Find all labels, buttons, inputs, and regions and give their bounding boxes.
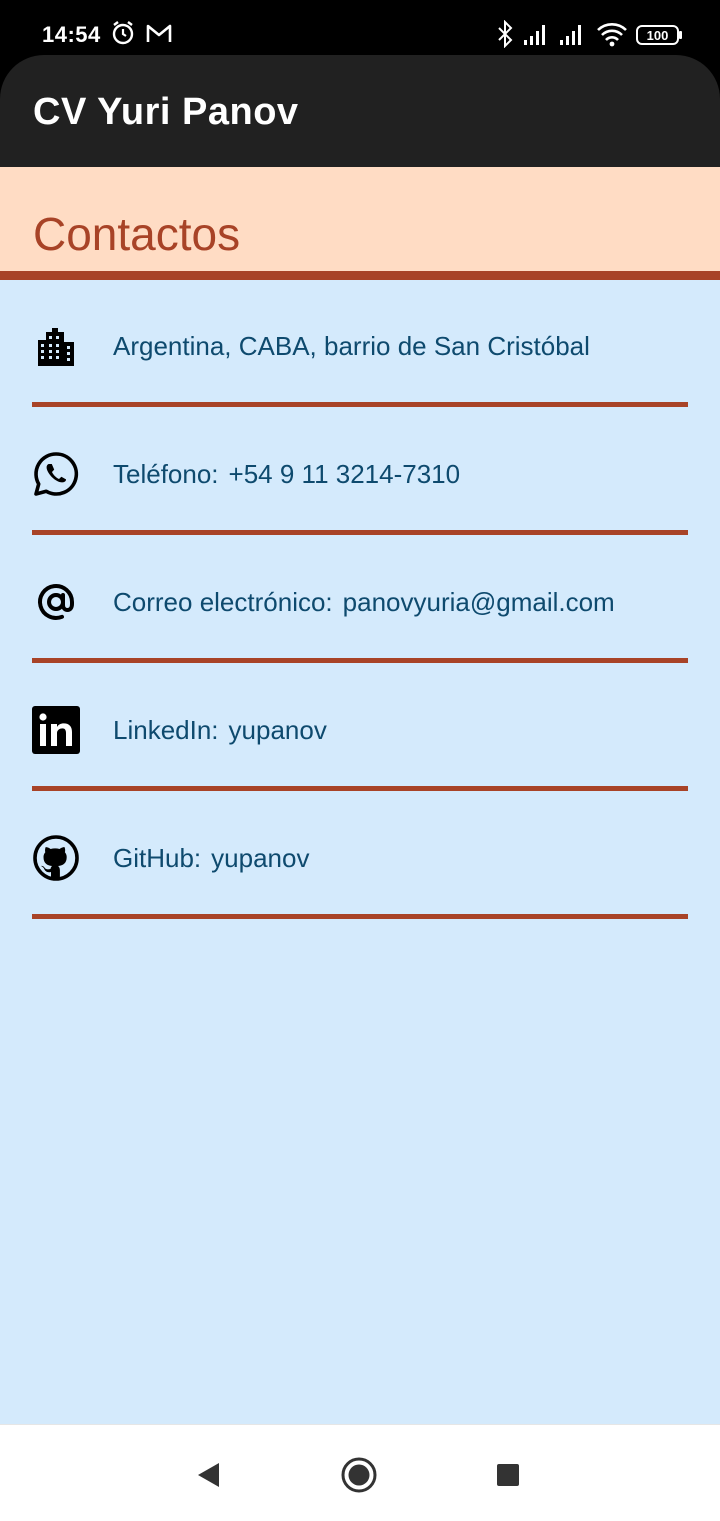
- contact-value: yupanov: [228, 715, 327, 745]
- contact-label: LinkedIn:: [113, 715, 219, 745]
- contact-label: GitHub:: [113, 843, 202, 873]
- contact-value: Argentina, CABA, barrio de San Cristóbal: [113, 331, 590, 361]
- section-header: Contactos: [0, 167, 720, 280]
- section-title: Contactos: [33, 208, 241, 260]
- battery-level: 100: [647, 28, 669, 43]
- recents-icon[interactable]: [488, 1455, 528, 1495]
- divider: [32, 786, 688, 791]
- signal-icon: [558, 20, 586, 53]
- contact-label: Correo electrónico:: [113, 587, 333, 617]
- building-icon: [32, 322, 80, 370]
- contact-label: Teléfono:: [113, 459, 219, 489]
- contact-value: yupanov: [211, 843, 310, 873]
- wifi-icon: [596, 20, 628, 53]
- app-bar: CV Yuri Panov: [0, 55, 720, 167]
- contact-row-github[interactable]: GitHub: yupanov: [0, 792, 720, 920]
- battery-icon: 100: [636, 24, 684, 51]
- divider: [32, 658, 688, 663]
- alarm-icon: [110, 20, 136, 51]
- contact-value: +54 9 11 3214-7310: [228, 459, 461, 489]
- github-icon: [32, 834, 80, 882]
- contact-row-address[interactable]: Argentina, CABA, barrio de San Cristóbal: [0, 280, 720, 408]
- gmail-icon: [145, 20, 173, 51]
- back-icon[interactable]: [188, 1455, 228, 1495]
- contact-row-email[interactable]: Correo electrónico: panovyuria@gmail.com: [0, 536, 720, 664]
- divider: [32, 914, 688, 919]
- app-title: CV Yuri Panov: [33, 91, 299, 133]
- contact-row-linkedin[interactable]: LinkedIn: yupanov: [0, 664, 720, 792]
- whatsapp-icon: [32, 450, 80, 498]
- bluetooth-icon: [496, 19, 514, 53]
- signal-icon: [522, 20, 550, 53]
- contact-value: panovyuria@gmail.com: [342, 587, 615, 617]
- status-time: 14:54: [42, 22, 101, 47]
- contact-row-phone[interactable]: Teléfono: +54 9 11 3214-7310: [0, 408, 720, 536]
- at-sign-icon: [32, 578, 80, 626]
- home-icon[interactable]: [339, 1455, 379, 1495]
- divider: [32, 530, 688, 535]
- linkedin-icon: [32, 706, 80, 754]
- nav-bar: [0, 1424, 720, 1521]
- contact-list: Argentina, CABA, barrio de San Cristóbal…: [0, 280, 720, 920]
- divider: [32, 402, 688, 407]
